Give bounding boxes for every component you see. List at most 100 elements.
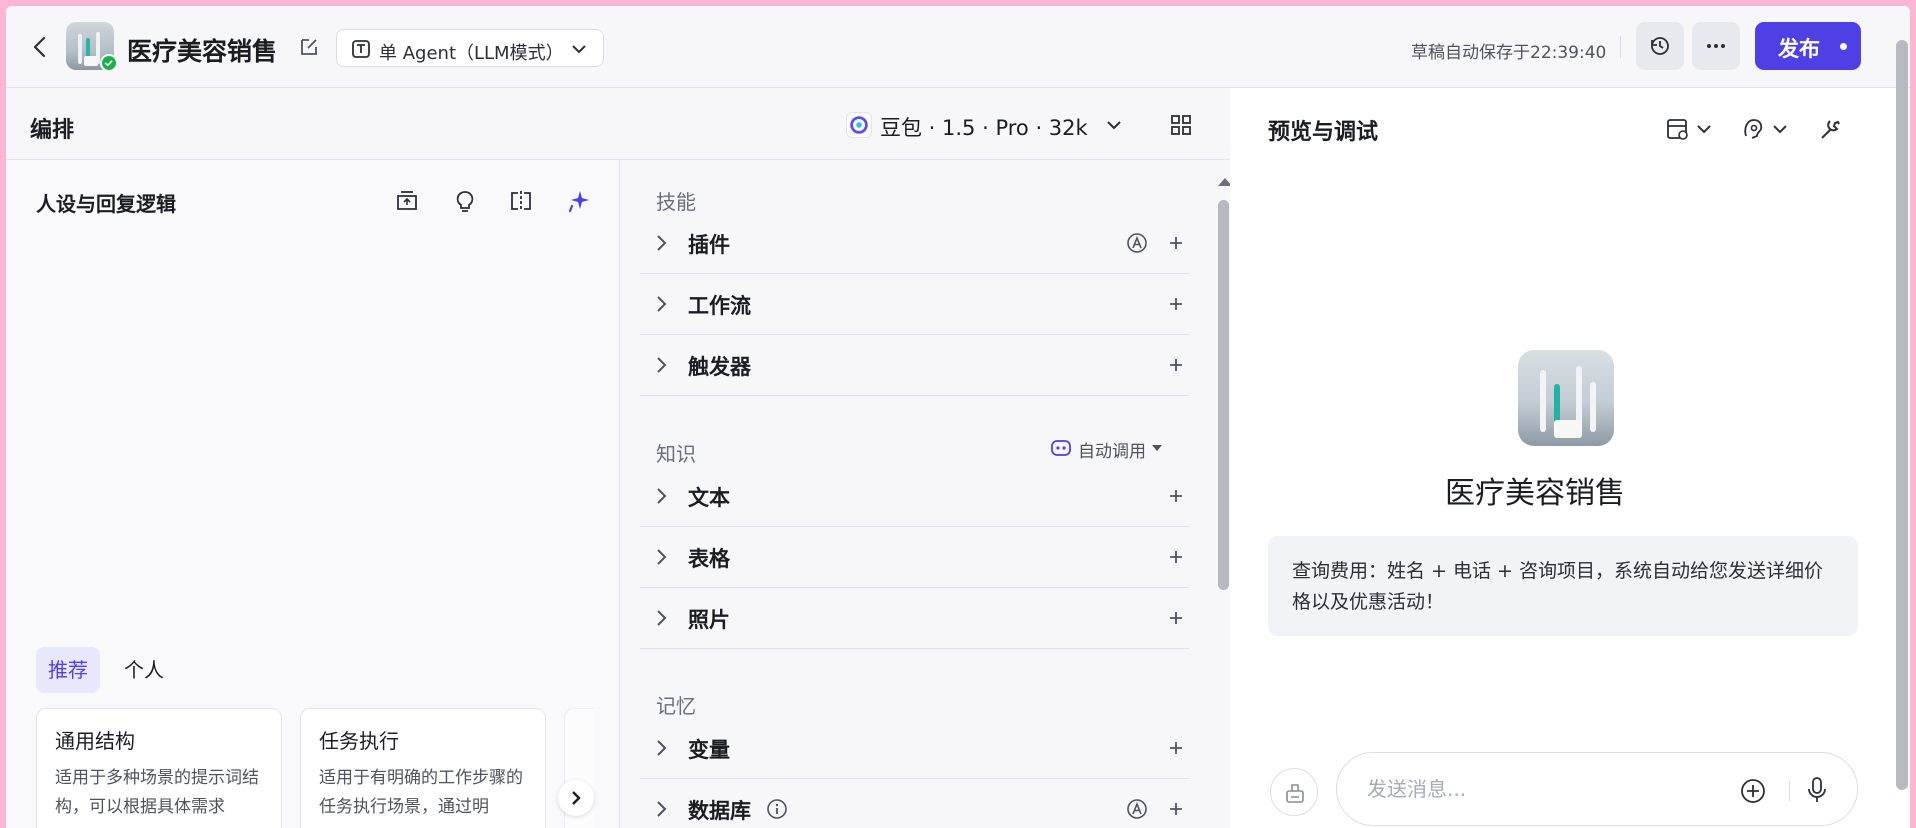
chevron-right-icon: [657, 296, 667, 312]
edit-icon[interactable]: [298, 36, 320, 58]
verified-check-icon: [100, 54, 118, 72]
knowledge-row-table[interactable]: 表格: [640, 527, 1190, 588]
broom-icon: [1286, 784, 1304, 803]
memory-row-variable[interactable]: 变量: [640, 718, 1190, 779]
group-memory-heading: 记忆: [656, 694, 696, 718]
add-icon[interactable]: [1168, 610, 1184, 626]
add-icon[interactable]: [1168, 740, 1184, 756]
compare-icon[interactable]: [508, 188, 534, 214]
voice-settings-icon[interactable]: [1742, 116, 1790, 142]
skill-row-workflow[interactable]: 工作流: [640, 274, 1190, 335]
wrench-icon[interactable]: [1818, 116, 1842, 142]
knowledge-row-label: 照片: [688, 608, 730, 632]
agent-mode-select[interactable]: 单 Agent（LLM模式）: [336, 29, 604, 67]
app-avatar[interactable]: [66, 22, 118, 72]
add-icon[interactable]: [1168, 488, 1184, 504]
memory-row-database[interactable]: 数据库: [640, 779, 1190, 828]
chevron-down-icon: [1107, 121, 1121, 130]
knowledge-row-text[interactable]: 文本: [640, 466, 1190, 527]
carousel-next-button[interactable]: [558, 780, 594, 816]
add-icon[interactable]: [1168, 357, 1184, 373]
app-name: 医疗美容销售: [127, 37, 278, 66]
chevron-right-icon: [657, 801, 667, 817]
chevron-right-icon: [657, 357, 667, 373]
info-icon[interactable]: [766, 798, 788, 820]
persona-panel: 人设与回复逻辑 推荐 个人 通用结构 适用于多种场景的提示词结构，可以根据具体需…: [6, 160, 620, 828]
add-icon[interactable]: [1168, 296, 1184, 312]
preview-title: 预览与调试: [1268, 120, 1379, 145]
history-icon: [1651, 37, 1669, 55]
template-card[interactable]: 任务执行 适用于有明确的工作步骤的任务执行场景，通过明: [300, 708, 546, 828]
auto-mode-icon[interactable]: [1126, 232, 1148, 254]
knowledge-row-photo[interactable]: 照片: [640, 588, 1190, 649]
knowledge-row-label: 表格: [688, 547, 730, 571]
publish-button[interactable]: 发布: [1755, 22, 1861, 70]
memory-row-label: 数据库: [688, 799, 751, 823]
more-options-button[interactable]: [1692, 22, 1740, 70]
group-skills-heading: 技能: [656, 190, 696, 214]
add-icon[interactable]: [1168, 801, 1184, 817]
layout-grid-icon[interactable]: [1170, 114, 1192, 136]
add-attachment-icon[interactable]: [1739, 777, 1767, 805]
model-label: 豆包 · 1.5 · Pro · 32k: [880, 116, 1088, 140]
microphone-icon[interactable]: [1805, 775, 1829, 805]
doubao-model-icon: [846, 112, 872, 138]
template-card-desc: 适用于有明确的工作步骤的任务执行场景，通过明: [319, 768, 523, 817]
top-header: 医疗美容销售 单 Agent（LLM模式） 草稿自动保存于22:39:40 发布: [6, 6, 1910, 88]
chevron-right-icon: [657, 235, 667, 251]
knowledge-row-label: 文本: [688, 486, 730, 510]
chevron-down-icon: [572, 45, 586, 54]
skill-row-label: 插件: [688, 233, 730, 257]
back-arrow-icon[interactable]: [30, 36, 50, 58]
template-card[interactable]: 通用结构 适用于多种场景的提示词结构，可以根据具体需求: [36, 708, 282, 828]
autosave-status: 草稿自动保存于22:39:40: [1411, 43, 1607, 63]
page-scrollbar[interactable]: [1896, 40, 1908, 790]
tab-personal[interactable]: 个人: [112, 647, 176, 693]
debug-options-icon[interactable]: [1666, 116, 1714, 142]
message-input[interactable]: [1367, 773, 1727, 805]
divider: [1789, 781, 1790, 801]
divider: [1620, 36, 1621, 58]
skills-scrollbar[interactable]: [1214, 160, 1232, 828]
skill-row-trigger[interactable]: 触发器: [640, 335, 1190, 396]
skill-row-plugin[interactable]: 插件: [640, 213, 1190, 274]
caret-down-icon: [1152, 445, 1162, 451]
chevron-right-icon: [657, 488, 667, 504]
scrollbar-thumb[interactable]: [1218, 200, 1229, 590]
history-button[interactable]: [1636, 22, 1684, 70]
skills-panel: 技能 插件 工作流 触发器 知识 自动调用 文本 表格 照片 记忆 变量 数据库: [620, 160, 1230, 828]
persona-title: 人设与回复逻辑: [36, 192, 176, 216]
more-icon: [1707, 44, 1725, 48]
auto-mode-icon[interactable]: [1126, 798, 1148, 820]
skill-row-label: 工作流: [688, 294, 751, 318]
publish-label: 发布: [1778, 37, 1820, 61]
auto-call-label: 自动调用: [1078, 442, 1146, 462]
editor-title: 编排: [30, 118, 75, 143]
template-card-title: 任务执行: [319, 729, 399, 753]
add-icon[interactable]: [1168, 549, 1184, 565]
chevron-right-icon: [572, 791, 581, 805]
skill-row-label: 触发器: [688, 355, 751, 379]
bot-name: 医疗美容销售: [1445, 476, 1625, 511]
add-icon[interactable]: [1168, 235, 1184, 251]
app-window: 医疗美容销售 单 Agent（LLM模式） 草稿自动保存于22:39:40 发布…: [6, 6, 1910, 828]
ai-optimize-icon[interactable]: [566, 188, 592, 214]
chevron-right-icon: [657, 610, 667, 626]
lightbulb-icon[interactable]: [452, 188, 478, 214]
preview-panel: 预览与调试 医疗美容销售 查询费用：姓名 + 电话 + 咨询项目，系统自动给您发…: [1230, 88, 1910, 828]
tab-recommended[interactable]: 推荐: [36, 647, 100, 693]
clear-context-button[interactable]: [1270, 768, 1318, 816]
template-card-title: 通用结构: [55, 729, 135, 753]
chevron-right-icon: [657, 549, 667, 565]
group-knowledge-heading: 知识: [656, 442, 696, 466]
bot-avatar: [1518, 350, 1614, 446]
agent-mode-icon: [352, 40, 370, 58]
editor-toolbar: 编排 豆包 · 1.5 · Pro · 32k: [6, 88, 1230, 160]
chevron-right-icon: [657, 740, 667, 756]
prompt-library-icon[interactable]: [394, 188, 420, 214]
memory-row-label: 变量: [688, 738, 730, 762]
opener-message: 查询费用：姓名 + 电话 + 咨询项目，系统自动给您发送详细价格以及优惠活动！: [1268, 536, 1858, 636]
template-card-desc: 适用于多种场景的提示词结构，可以根据具体需求: [55, 768, 259, 817]
agent-mode-label: 单 Agent（LLM模式）: [379, 43, 564, 64]
robot-icon: [1051, 440, 1071, 456]
